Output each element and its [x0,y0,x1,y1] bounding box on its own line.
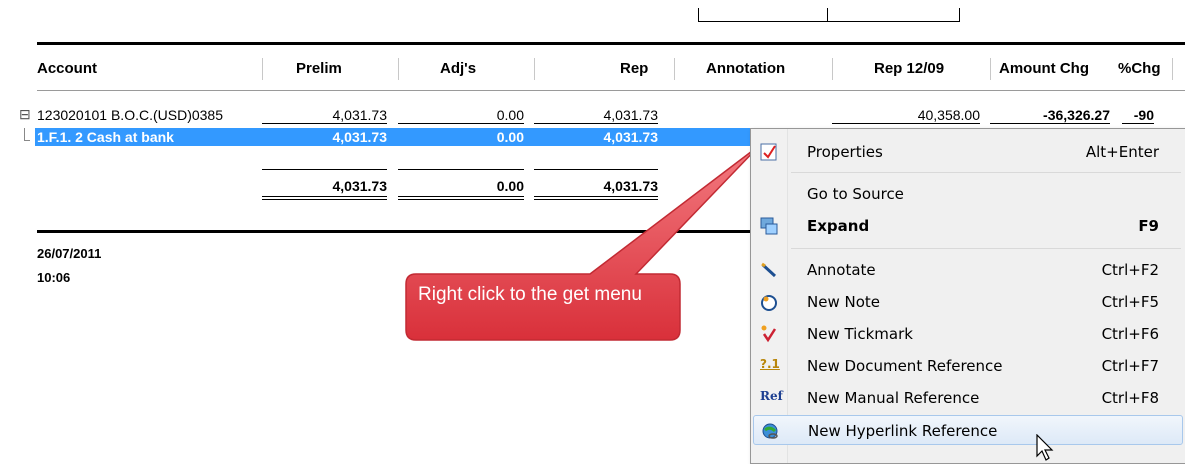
footer-date: 26/07/2011 [37,246,102,261]
menu-separator [791,248,1181,249]
header-bottom-rule [37,90,1185,91]
column-header-amount-chg[interactable]: Amount Chg [999,60,1089,77]
menu-item-label: New Manual Reference [807,389,980,407]
tree-connector [24,140,30,141]
menu-item-expand[interactable]: Expand F9 [751,211,1185,241]
double-underline [262,199,387,200]
tree-connector [24,128,25,140]
menu-separator [791,172,1181,173]
menu-item-shortcut: Ctrl+F7 [1101,357,1159,375]
column-separator [1172,58,1173,80]
rep-prev-cell: 40,358.00 [832,107,980,124]
properties-icon [760,143,778,161]
manual-reference-icon: Ref [760,389,783,403]
menu-item-label: New Document Reference [807,357,1003,375]
menu-item-label: New Note [807,293,880,311]
tickmark-icon [760,325,778,343]
menu-item-shortcut: Ctrl+F8 [1101,389,1159,407]
menu-item-label: New Tickmark [807,325,913,343]
column-header-prelim[interactable]: Prelim [296,60,342,77]
prelim-cell: 4,031.73 [262,107,387,124]
prelim-cell: 4,031.73 [332,129,388,145]
hyperlink-reference-icon [761,422,779,440]
totals-rule [262,169,387,170]
amount-chg-cell: -36,326.27 [990,107,1110,124]
mouse-cursor-icon [1036,434,1054,461]
column-header-rep-prev[interactable]: Rep 12/09 [874,60,944,77]
menu-item-shortcut: Alt+Enter [1085,143,1159,161]
account-cell: 1.F.1. 2 Cash at bank [37,129,174,145]
annotate-icon [760,261,778,279]
context-menu[interactable]: Properties Alt+Enter Go to Source Expand… [750,128,1185,464]
menu-item-shortcut: Ctrl+F5 [1101,293,1159,311]
menu-item-new-tickmark[interactable]: New Tickmark Ctrl+F6 [751,319,1185,349]
column-header-account[interactable]: Account [37,60,97,77]
menu-item-new-manual-reference[interactable]: Ref New Manual Reference Ctrl+F8 [751,383,1185,413]
menu-item-label: Expand [807,217,870,235]
top-bracket-right [959,8,960,22]
menu-item-go-to-source[interactable]: Go to Source [751,179,1185,209]
menu-item-new-hyperlink-reference[interactable]: New Hyperlink Reference [753,415,1183,445]
document-reference-icon: ?.1 [760,357,780,371]
column-header-annotation[interactable]: Annotation [706,60,785,77]
menu-item-properties[interactable]: Properties Alt+Enter [751,137,1185,167]
adj-cell: 0.00 [398,107,524,124]
callout-bubble [405,144,761,341]
header-top-rule [37,42,1185,45]
column-separator [262,58,263,80]
menu-item-annotate[interactable]: Annotate Ctrl+F2 [751,255,1185,285]
tree-toggle[interactable]: ⊟ [19,106,31,123]
column-separator [990,58,991,80]
column-separator [398,58,399,80]
total-prelim: 4,031.73 [332,178,388,194]
menu-item-shortcut: Ctrl+F6 [1101,325,1159,343]
column-header-adjs[interactable]: Adj's [440,60,476,77]
menu-item-label: New Hyperlink Reference [808,422,998,440]
footer-time: 10:06 [37,270,71,285]
column-header-pct-chg[interactable]: %Chg [1118,60,1161,77]
note-icon [760,293,778,311]
double-underline [262,196,387,197]
menu-item-label: Go to Source [807,185,904,203]
pct-chg-cell: -90 [1122,107,1154,124]
top-bracket-left [698,8,699,22]
column-header-rep[interactable]: Rep [620,60,648,77]
callout-text: Right click to the get menu [418,284,642,305]
column-separator [674,58,675,80]
account-cell: 123020101 B.O.C.(USD)0385 [37,107,223,123]
top-bracket-base [698,21,960,22]
menu-item-label: Properties [807,143,883,161]
rep-cell: 4,031.73 [534,107,658,124]
column-separator [832,58,833,80]
expand-icon [760,217,778,235]
menu-item-new-document-reference[interactable]: ?.1 New Document Reference Ctrl+F7 [751,351,1185,381]
top-bracket-mid [827,8,828,22]
menu-item-shortcut: F9 [1138,217,1159,235]
menu-item-new-note[interactable]: New Note Ctrl+F5 [751,287,1185,317]
column-separator [534,58,535,80]
menu-item-shortcut: Ctrl+F2 [1101,261,1159,279]
menu-item-label: Annotate [807,261,876,279]
